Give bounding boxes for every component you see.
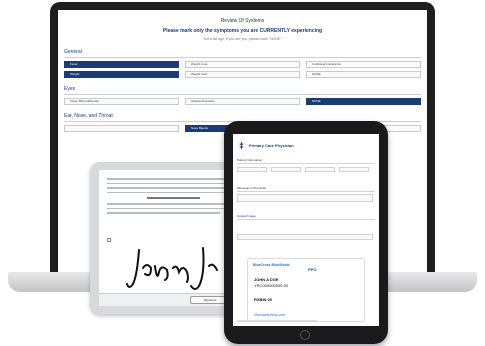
options-row: Fever Weight Loss Cold/Heat Intolerance [64, 61, 421, 68]
consent-checkbox[interactable] [107, 238, 111, 242]
message-textarea[interactable] [237, 194, 373, 202]
options-row: Weight Weight Gain NONE [64, 71, 421, 78]
insurance-card-image: BlueCross BlueShield PPO JOHN A DOE YRC0… [247, 258, 365, 322]
option-none-general[interactable]: NONE [306, 71, 421, 78]
caduceus-icon [239, 141, 244, 150]
intake-title: Primary Care Physician [249, 143, 294, 148]
patient-info-heading: Patient Information [237, 158, 263, 162]
section-general-heading: General [64, 49, 82, 55]
option-weight-gain[interactable]: Weight Gain [185, 71, 300, 78]
form-title: Review Of Systems [220, 18, 265, 24]
form-hint: Not a list ago, if you are you, please m… [203, 37, 282, 41]
upload-note [237, 320, 317, 322]
section-divider [237, 219, 375, 220]
option-glasses[interactable]: Glasses/Contacts [185, 98, 300, 105]
signature-pad[interactable] [125, 242, 235, 294]
section-divider [64, 57, 421, 58]
option-weight[interactable]: Weight [64, 71, 179, 78]
first-name-field[interactable] [237, 167, 267, 172]
card-brand: BlueCross BlueShield [253, 263, 290, 267]
consent-text [107, 178, 240, 217]
dob-field[interactable] [339, 167, 369, 172]
option-weight-loss[interactable]: Weight Loss [185, 61, 300, 68]
middle-name-field[interactable] [271, 167, 301, 172]
section-divider [237, 163, 375, 164]
section-eyes-heading: Eyes [64, 86, 76, 92]
card-footer: Visit www.bcbs.com [254, 313, 285, 317]
intake-header: Primary Care Physician [237, 141, 294, 150]
intake-tablet: Primary Care Physician Patient Informati… [224, 121, 388, 344]
upload-heading: Upload Image [237, 214, 256, 218]
card-plan: PPO [308, 267, 317, 272]
section-divider [237, 191, 375, 192]
section-divider [64, 94, 421, 95]
option-vision[interactable]: Vision Blurred/Double [64, 98, 179, 105]
options-row: Vision Blurred/Double Glasses/Contacts N… [64, 98, 421, 105]
card-member-id: YRC000000000 00 [254, 283, 289, 288]
intake-screen: Primary Care Physician Patient Informati… [233, 134, 379, 326]
card-member-name: JOHN A DOE [254, 277, 279, 282]
home-button[interactable] [300, 330, 310, 340]
option-ent-1[interactable] [64, 125, 179, 132]
section-ent-heading: Ear, Nose, and Throat [64, 113, 113, 119]
last-name-field[interactable] [305, 167, 335, 172]
option-none-eyes[interactable]: NONE [306, 98, 421, 105]
option-cold-heat[interactable]: Cold/Heat Intolerance [306, 61, 421, 68]
card-rx: RXBIN 00 [254, 297, 273, 302]
option-fever[interactable]: Fever [64, 61, 179, 68]
upload-select[interactable] [237, 234, 373, 240]
form-subtitle: Please mark only the symptoms you are CU… [162, 28, 323, 34]
message-heading: Message to Physician [237, 186, 267, 190]
